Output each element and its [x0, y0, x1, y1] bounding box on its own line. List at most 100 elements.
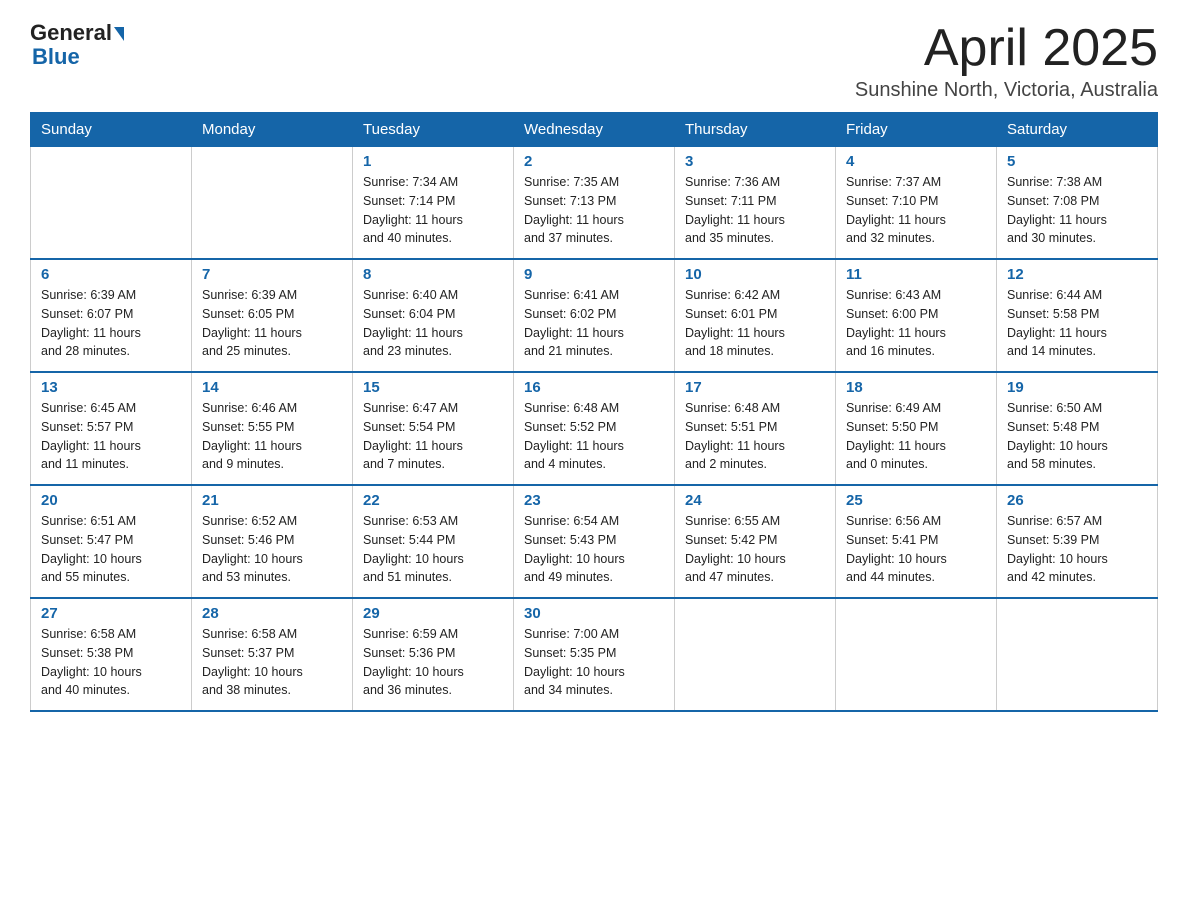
location-subtitle: Sunshine North, Victoria, Australia	[855, 79, 1158, 102]
calendar-cell: 19 Sunrise: 6:50 AMSunset: 5:48 PMDayligh…	[997, 372, 1158, 485]
calendar-cell: 12 Sunrise: 6:44 AMSunset: 5:58 PMDayligh…	[997, 259, 1158, 372]
calendar-cell: 22 Sunrise: 6:53 AMSunset: 5:44 PMDayligh…	[353, 485, 514, 598]
logo-arrow-icon	[114, 27, 124, 41]
day-info: Sunrise: 6:48 AMSunset: 5:52 PMDaylight:…	[524, 399, 664, 474]
week-row-1: 1 Sunrise: 7:34 AMSunset: 7:14 PMDaylight…	[31, 147, 1158, 260]
day-info: Sunrise: 6:41 AMSunset: 6:02 PMDaylight:…	[524, 286, 664, 361]
calendar-cell	[836, 598, 997, 711]
day-info: Sunrise: 7:34 AMSunset: 7:14 PMDaylight:…	[363, 173, 503, 248]
title-block: April 2025 Sunshine North, Victoria, Aus…	[855, 20, 1158, 102]
day-number: 12	[1007, 266, 1147, 283]
day-number: 3	[685, 153, 825, 170]
calendar-cell: 13 Sunrise: 6:45 AMSunset: 5:57 PMDayligh…	[31, 372, 192, 485]
day-number: 8	[363, 266, 503, 283]
calendar-cell: 25 Sunrise: 6:56 AMSunset: 5:41 PMDayligh…	[836, 485, 997, 598]
calendar-cell: 28 Sunrise: 6:58 AMSunset: 5:37 PMDayligh…	[192, 598, 353, 711]
day-info: Sunrise: 7:35 AMSunset: 7:13 PMDaylight:…	[524, 173, 664, 248]
weekday-header-friday: Friday	[836, 113, 997, 147]
day-number: 18	[846, 379, 986, 396]
day-info: Sunrise: 6:45 AMSunset: 5:57 PMDaylight:…	[41, 399, 181, 474]
day-number: 11	[846, 266, 986, 283]
calendar-cell: 5 Sunrise: 7:38 AMSunset: 7:08 PMDaylight…	[997, 147, 1158, 260]
day-info: Sunrise: 6:46 AMSunset: 5:55 PMDaylight:…	[202, 399, 342, 474]
day-number: 21	[202, 492, 342, 509]
day-info: Sunrise: 6:54 AMSunset: 5:43 PMDaylight:…	[524, 512, 664, 587]
calendar-cell: 3Sunrise: 7:36 AMSunset: 7:11 PMDaylight…	[675, 147, 836, 260]
day-number: 1	[363, 153, 503, 170]
day-number: 26	[1007, 492, 1147, 509]
day-number: 24	[685, 492, 825, 509]
calendar-cell: 16Sunrise: 6:48 AMSunset: 5:52 PMDayligh…	[514, 372, 675, 485]
day-number: 17	[685, 379, 825, 396]
day-number: 20	[41, 492, 181, 509]
calendar-cell: 24 Sunrise: 6:55 AMSunset: 5:42 PMDayligh…	[675, 485, 836, 598]
day-number: 5	[1007, 153, 1147, 170]
day-number: 15	[363, 379, 503, 396]
calendar-cell: 8 Sunrise: 6:40 AMSunset: 6:04 PMDaylight…	[353, 259, 514, 372]
day-number: 27	[41, 605, 181, 622]
day-number: 19	[1007, 379, 1147, 396]
day-info: Sunrise: 6:51 AMSunset: 5:47 PMDaylight:…	[41, 512, 181, 587]
day-info: Sunrise: 6:44 AMSunset: 5:58 PMDaylight:…	[1007, 286, 1147, 361]
day-number: 30	[524, 605, 664, 622]
page-header: General Blue April 2025 Sunshine North, …	[30, 20, 1158, 102]
day-info: Sunrise: 6:52 AMSunset: 5:46 PMDaylight:…	[202, 512, 342, 587]
day-info: Sunrise: 6:55 AMSunset: 5:42 PMDaylight:…	[685, 512, 825, 587]
day-number: 10	[685, 266, 825, 283]
month-title: April 2025	[855, 20, 1158, 77]
day-info: Sunrise: 6:58 AMSunset: 5:38 PMDaylight:…	[41, 625, 181, 700]
day-info: Sunrise: 6:40 AMSunset: 6:04 PMDaylight:…	[363, 286, 503, 361]
calendar-cell	[675, 598, 836, 711]
calendar-cell	[192, 147, 353, 260]
logo: General Blue	[30, 20, 124, 70]
day-info: Sunrise: 6:58 AMSunset: 5:37 PMDaylight:…	[202, 625, 342, 700]
day-number: 6	[41, 266, 181, 283]
day-number: 13	[41, 379, 181, 396]
calendar-cell: 6 Sunrise: 6:39 AMSunset: 6:07 PMDaylight…	[31, 259, 192, 372]
day-info: Sunrise: 6:43 AMSunset: 6:00 PMDaylight:…	[846, 286, 986, 361]
day-number: 14	[202, 379, 342, 396]
day-number: 29	[363, 605, 503, 622]
day-info: Sunrise: 6:53 AMSunset: 5:44 PMDaylight:…	[363, 512, 503, 587]
weekday-header-sunday: Sunday	[31, 113, 192, 147]
calendar-cell: 18Sunrise: 6:49 AMSunset: 5:50 PMDayligh…	[836, 372, 997, 485]
day-info: Sunrise: 6:47 AMSunset: 5:54 PMDaylight:…	[363, 399, 503, 474]
calendar-cell: 4 Sunrise: 7:37 AMSunset: 7:10 PMDaylight…	[836, 147, 997, 260]
day-info: Sunrise: 6:42 AMSunset: 6:01 PMDaylight:…	[685, 286, 825, 361]
day-info: Sunrise: 6:39 AMSunset: 6:07 PMDaylight:…	[41, 286, 181, 361]
calendar-cell: 26 Sunrise: 6:57 AMSunset: 5:39 PMDayligh…	[997, 485, 1158, 598]
day-number: 9	[524, 266, 664, 283]
weekday-header-row: SundayMondayTuesdayWednesdayThursdayFrid…	[31, 113, 1158, 147]
calendar-table: SundayMondayTuesdayWednesdayThursdayFrid…	[30, 112, 1158, 712]
calendar-cell: 27 Sunrise: 6:58 AMSunset: 5:38 PMDayligh…	[31, 598, 192, 711]
weekday-header-thursday: Thursday	[675, 113, 836, 147]
day-info: Sunrise: 7:38 AMSunset: 7:08 PMDaylight:…	[1007, 173, 1147, 248]
day-number: 7	[202, 266, 342, 283]
calendar-cell: 23 Sunrise: 6:54 AMSunset: 5:43 PMDayligh…	[514, 485, 675, 598]
weekday-header-monday: Monday	[192, 113, 353, 147]
day-info: Sunrise: 7:00 AMSunset: 5:35 PMDaylight:…	[524, 625, 664, 700]
calendar-cell: 30 Sunrise: 7:00 AMSunset: 5:35 PMDayligh…	[514, 598, 675, 711]
calendar-cell: 17Sunrise: 6:48 AMSunset: 5:51 PMDayligh…	[675, 372, 836, 485]
day-number: 2	[524, 153, 664, 170]
calendar-cell: 7Sunrise: 6:39 AMSunset: 6:05 PMDaylight…	[192, 259, 353, 372]
day-info: Sunrise: 6:50 AMSunset: 5:48 PMDaylight:…	[1007, 399, 1147, 474]
day-info: Sunrise: 6:59 AMSunset: 5:36 PMDaylight:…	[363, 625, 503, 700]
day-info: Sunrise: 6:57 AMSunset: 5:39 PMDaylight:…	[1007, 512, 1147, 587]
weekday-header-wednesday: Wednesday	[514, 113, 675, 147]
week-row-4: 20 Sunrise: 6:51 AMSunset: 5:47 PMDayligh…	[31, 485, 1158, 598]
calendar-cell: 21 Sunrise: 6:52 AMSunset: 5:46 PMDayligh…	[192, 485, 353, 598]
calendar-cell: 1 Sunrise: 7:34 AMSunset: 7:14 PMDaylight…	[353, 147, 514, 260]
day-number: 25	[846, 492, 986, 509]
week-row-5: 27 Sunrise: 6:58 AMSunset: 5:38 PMDayligh…	[31, 598, 1158, 711]
calendar-cell: 10 Sunrise: 6:42 AMSunset: 6:01 PMDayligh…	[675, 259, 836, 372]
calendar-cell: 9 Sunrise: 6:41 AMSunset: 6:02 PMDaylight…	[514, 259, 675, 372]
calendar-cell: 15 Sunrise: 6:47 AMSunset: 5:54 PMDayligh…	[353, 372, 514, 485]
day-number: 23	[524, 492, 664, 509]
day-info: Sunrise: 7:37 AMSunset: 7:10 PMDaylight:…	[846, 173, 986, 248]
day-number: 22	[363, 492, 503, 509]
day-info: Sunrise: 6:56 AMSunset: 5:41 PMDaylight:…	[846, 512, 986, 587]
day-number: 28	[202, 605, 342, 622]
day-number: 4	[846, 153, 986, 170]
calendar-cell	[31, 147, 192, 260]
